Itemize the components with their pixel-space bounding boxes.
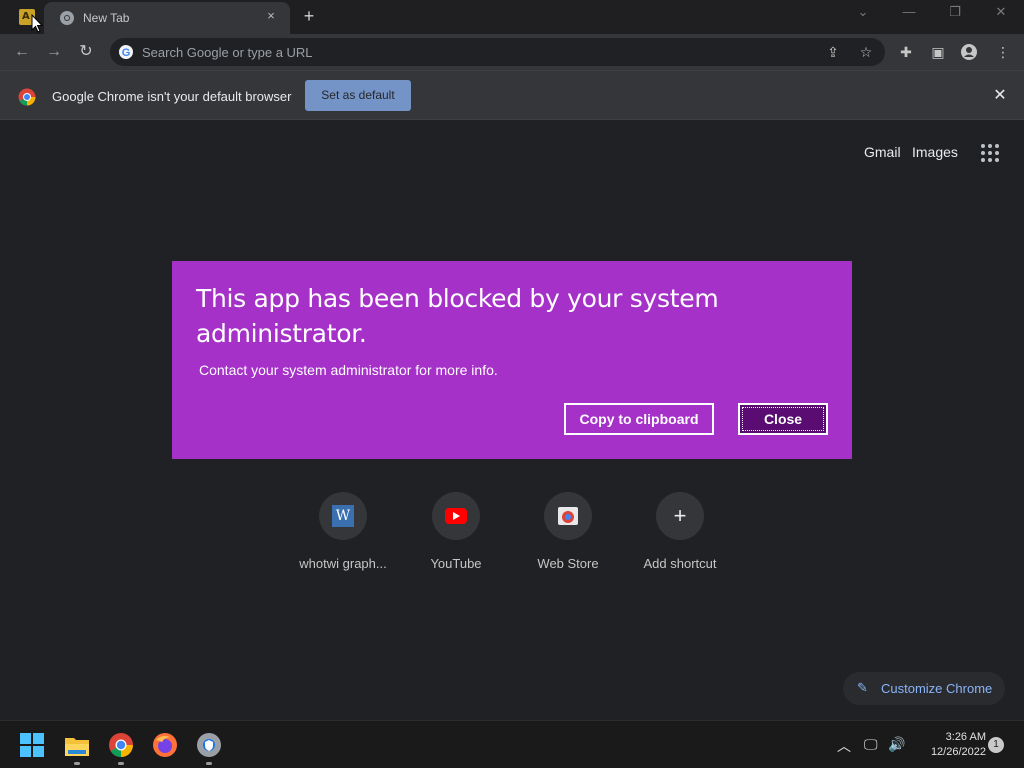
chrome-logo-icon xyxy=(18,88,36,106)
chrome-shield-icon[interactable] xyxy=(196,732,222,758)
w-icon: W xyxy=(319,492,367,540)
extensions-icon[interactable]: ✚ xyxy=(896,42,916,62)
taskbar: ︿ 🖵 🔊 3:26 AM 12/26/2022 1 xyxy=(0,720,1024,768)
shortcut-youtube[interactable]: YouTube xyxy=(406,492,506,571)
shortcut-label: Web Store xyxy=(537,556,599,571)
copy-to-clipboard-button[interactable]: Copy to clipboard xyxy=(564,403,714,435)
network-icon[interactable]: 🖵 xyxy=(864,736,878,753)
browser-toolbar: ← → ↻ G ⇪ ☆ ✚ ▣ ⋮ xyxy=(0,34,1024,70)
forward-button[interactable]: → xyxy=(44,42,64,62)
tab-title: New Tab xyxy=(83,11,130,25)
clock-time: 3:26 AM xyxy=(945,731,986,743)
omnibox-input[interactable] xyxy=(142,42,782,62)
dialog-message: Contact your system administrator for mo… xyxy=(199,362,498,378)
infobar-message: Google Chrome isn't your default browser xyxy=(52,89,292,104)
infobar-close-icon[interactable]: ✕ xyxy=(990,85,1010,105)
svg-text:G: G xyxy=(122,47,131,59)
show-hidden-icons-icon[interactable]: ︿ xyxy=(837,736,851,756)
maximize-button[interactable]: ❐ xyxy=(945,4,965,20)
plus-icon: + xyxy=(656,492,704,540)
app-blocked-dialog: This app has been blocked by your system… xyxy=(172,261,852,459)
shortcut-webstore[interactable]: Web Store xyxy=(518,492,618,571)
pencil-icon: ✎ xyxy=(857,680,868,695)
shortcut-add[interactable]: + Add shortcut xyxy=(630,492,730,571)
taskbar-clock[interactable]: 3:26 AM 12/26/2022 xyxy=(916,730,986,760)
share-icon[interactable]: ⇪ xyxy=(823,42,843,62)
shortcut-label: whotwi graph... xyxy=(299,556,387,571)
firefox-icon[interactable] xyxy=(152,732,178,758)
running-indicator xyxy=(206,762,212,765)
back-button[interactable]: ← xyxy=(12,42,32,62)
clock-date: 12/26/2022 xyxy=(930,746,986,758)
minimize-button[interactable]: — xyxy=(899,4,919,19)
side-panel-icon[interactable]: ▣ xyxy=(928,42,948,62)
tab-close-icon[interactable]: × xyxy=(264,8,278,23)
title-bar: A New Tab × + ⌄ — ❐ ✕ xyxy=(0,0,1024,34)
file-explorer-icon[interactable] xyxy=(64,733,90,759)
close-button[interactable]: Close xyxy=(738,403,828,435)
gmail-link[interactable]: Gmail xyxy=(864,144,901,160)
shortcut-label: YouTube xyxy=(430,556,482,571)
running-indicator xyxy=(118,762,124,765)
images-link[interactable]: Images xyxy=(912,144,958,160)
shortcut-label: Add shortcut xyxy=(643,556,717,571)
volume-icon[interactable]: 🔊 xyxy=(888,736,905,753)
reload-button[interactable]: ↻ xyxy=(76,42,96,62)
running-indicator xyxy=(74,762,80,765)
bookmark-star-icon[interactable]: ☆ xyxy=(856,42,876,62)
dialog-heading: This app has been blocked by your system… xyxy=(196,284,719,348)
close-window-button[interactable]: ✕ xyxy=(991,4,1011,20)
notification-badge[interactable]: 1 xyxy=(988,737,1004,753)
customize-chrome-button[interactable]: ✎ Customize Chrome xyxy=(843,672,1005,705)
google-icon: G xyxy=(119,45,133,59)
profile-icon[interactable] xyxy=(961,44,977,60)
default-browser-infobar: Google Chrome isn't your default browser… xyxy=(0,70,1024,120)
menu-kebab-icon[interactable]: ⋮ xyxy=(993,42,1013,62)
chrome-taskbar-icon[interactable] xyxy=(108,732,134,758)
windows-start-icon[interactable] xyxy=(20,733,44,757)
omnibox[interactable]: G ⇪ ☆ xyxy=(110,38,885,66)
shortcut-whotwi[interactable]: W whotwi graph... xyxy=(293,492,393,571)
new-tab-button[interactable]: + xyxy=(300,6,318,27)
tab-new-tab[interactable]: New Tab × xyxy=(44,2,290,34)
set-as-default-button[interactable]: Set as default xyxy=(305,80,411,111)
webstore-icon xyxy=(544,492,592,540)
mouse-cursor-icon xyxy=(31,14,43,33)
chrome-icon xyxy=(60,11,74,25)
youtube-icon xyxy=(432,492,480,540)
google-apps-icon[interactable] xyxy=(981,144,999,162)
tab-search-icon[interactable]: ⌄ xyxy=(853,4,873,20)
